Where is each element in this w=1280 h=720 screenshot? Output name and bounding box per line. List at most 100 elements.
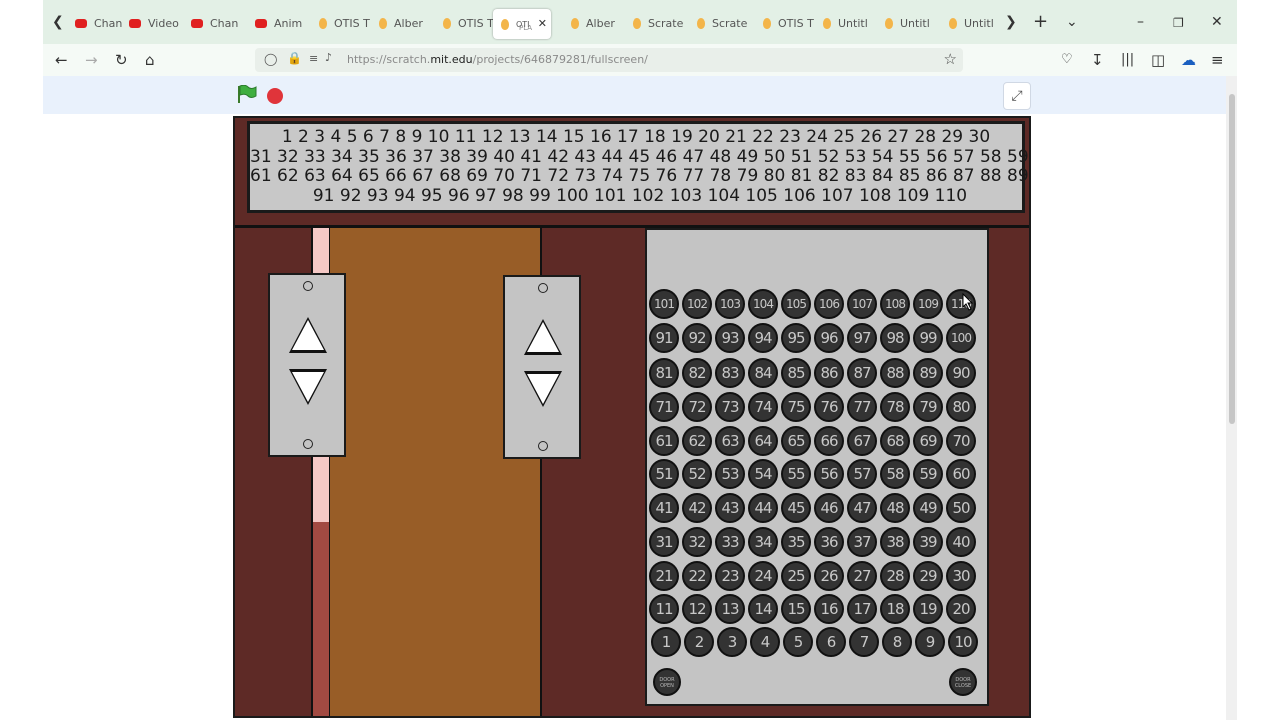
floor-button[interactable]: 67 — [847, 426, 877, 456]
new-tab-icon[interactable]: + — [1033, 11, 1048, 32]
floor-button[interactable]: 105 — [781, 289, 811, 319]
floor-button[interactable]: 102 — [682, 289, 712, 319]
floor-button[interactable]: 12 — [682, 594, 712, 624]
floor-button[interactable]: 77 — [847, 392, 877, 422]
url-bar[interactable]: ◯ 🔒 ≡ ♪ https://scratch.mit.edu/projects… — [255, 48, 963, 72]
floor-button[interactable]: 81 — [649, 358, 679, 388]
call-down-button[interactable] — [524, 371, 562, 407]
floor-button[interactable]: 64 — [748, 426, 778, 456]
forward-icon[interactable]: → — [85, 51, 98, 69]
back-icon[interactable]: ← — [55, 51, 68, 69]
call-down-button[interactable] — [289, 369, 327, 405]
floor-button[interactable]: 29 — [913, 561, 943, 591]
menu-icon[interactable]: ≡ — [1211, 51, 1224, 69]
tab-6[interactable]: OTIS T — [443, 8, 495, 38]
close-window-icon[interactable]: ✕ — [1211, 14, 1223, 30]
floor-button[interactable]: 95 — [781, 323, 811, 353]
floor-button[interactable]: 33 — [715, 527, 745, 557]
tab-9[interactable]: Scrate — [633, 8, 685, 38]
tab-1[interactable]: Video — [129, 8, 181, 38]
floor-button[interactable]: 84 — [748, 358, 778, 388]
floor-button[interactable]: 61 — [649, 426, 679, 456]
floor-button[interactable]: 98 — [880, 323, 910, 353]
floor-button[interactable]: 78 — [880, 392, 910, 422]
floor-button[interactable]: 108 — [880, 289, 910, 319]
close-tab-icon[interactable]: ✕ — [538, 17, 547, 30]
tab-8[interactable]: Alber — [571, 8, 623, 38]
floor-button[interactable]: 79 — [913, 392, 943, 422]
floor-button[interactable]: 76 — [814, 392, 844, 422]
floor-button[interactable]: 37 — [847, 527, 877, 557]
floor-button[interactable]: 94 — [748, 323, 778, 353]
floor-button[interactable]: 36 — [814, 527, 844, 557]
floor-button[interactable]: 70 — [946, 426, 976, 456]
floor-button[interactable]: 19 — [913, 594, 943, 624]
restore-icon[interactable]: ❐ — [1173, 16, 1184, 30]
floor-button[interactable]: 107 — [847, 289, 877, 319]
tab-2[interactable]: Chan — [191, 8, 243, 38]
floor-button[interactable]: 27 — [847, 561, 877, 591]
floor-button[interactable]: 13 — [715, 594, 745, 624]
floor-button[interactable]: 55 — [781, 459, 811, 489]
floor-button[interactable]: 42 — [682, 493, 712, 523]
shield-icon[interactable]: ◯ — [264, 52, 277, 66]
floor-button[interactable]: 39 — [913, 527, 943, 557]
tab-12[interactable]: Untitl — [823, 8, 875, 38]
floor-button[interactable]: 52 — [682, 459, 712, 489]
floor-button[interactable]: 54 — [748, 459, 778, 489]
tab-7[interactable]: OTI PLA ✕ — [493, 9, 551, 39]
floor-button[interactable]: 20 — [946, 594, 976, 624]
floor-button[interactable]: 83 — [715, 358, 745, 388]
floor-button[interactable]: 73 — [715, 392, 745, 422]
tab-scroll-right-icon[interactable]: ❯ — [1005, 14, 1017, 30]
floor-button[interactable]: 35 — [781, 527, 811, 557]
list-tabs-icon[interactable]: ⌄ — [1066, 14, 1078, 30]
floor-button[interactable]: 44 — [748, 493, 778, 523]
floor-button[interactable]: 2 — [684, 627, 714, 657]
tab-11[interactable]: OTIS T — [763, 8, 815, 38]
floor-button[interactable]: 30 — [946, 561, 976, 591]
downloads-icon[interactable]: ↧ — [1091, 51, 1104, 69]
floor-button[interactable]: 43 — [715, 493, 745, 523]
floor-button[interactable]: 90 — [946, 358, 976, 388]
call-up-button[interactable] — [524, 319, 562, 355]
floor-button[interactable]: 60 — [946, 459, 976, 489]
tab-4[interactable]: OTIS T — [319, 8, 371, 38]
floor-button[interactable]: 86 — [814, 358, 844, 388]
vertical-scrollbar[interactable] — [1226, 76, 1237, 720]
floor-button[interactable]: 63 — [715, 426, 745, 456]
floor-button[interactable]: 85 — [781, 358, 811, 388]
microphone-icon[interactable]: ♪ — [325, 51, 332, 64]
floor-button[interactable]: 82 — [682, 358, 712, 388]
floor-button[interactable]: 80 — [946, 392, 976, 422]
floor-button[interactable]: 103 — [715, 289, 745, 319]
floor-button[interactable]: 72 — [682, 392, 712, 422]
tab-14[interactable]: Untitl — [949, 8, 1001, 38]
door-close-button[interactable]: DOOR CLOSE — [949, 668, 977, 696]
floor-button[interactable]: 58 — [880, 459, 910, 489]
url-text[interactable]: https://scratch.mit.edu/projects/6468792… — [347, 53, 648, 66]
tab-5[interactable]: Alber — [379, 8, 431, 38]
floor-button[interactable]: 8 — [882, 627, 912, 657]
floor-button[interactable]: 3 — [717, 627, 747, 657]
floor-button[interactable]: 45 — [781, 493, 811, 523]
floor-button[interactable]: 96 — [814, 323, 844, 353]
library-icon[interactable]: ||| — [1121, 52, 1134, 67]
floor-button[interactable]: 62 — [682, 426, 712, 456]
floor-button[interactable]: 71 — [649, 392, 679, 422]
floor-button[interactable]: 11 — [649, 594, 679, 624]
floor-button[interactable]: 5 — [783, 627, 813, 657]
floor-button[interactable]: 22 — [682, 561, 712, 591]
floor-button[interactable]: 1 — [651, 627, 681, 657]
floor-button[interactable]: 38 — [880, 527, 910, 557]
exit-fullscreen-icon[interactable]: ⤢ — [1003, 82, 1031, 110]
floor-button[interactable]: 18 — [880, 594, 910, 624]
home-icon[interactable]: ⌂ — [145, 51, 155, 69]
green-flag-icon[interactable] — [237, 85, 257, 103]
tab-10[interactable]: Scrate — [697, 8, 749, 38]
floor-button[interactable]: 15 — [781, 594, 811, 624]
floor-button[interactable]: 97 — [847, 323, 877, 353]
floor-button[interactable]: 91 — [649, 323, 679, 353]
floor-button[interactable]: 53 — [715, 459, 745, 489]
floor-button[interactable]: 34 — [748, 527, 778, 557]
